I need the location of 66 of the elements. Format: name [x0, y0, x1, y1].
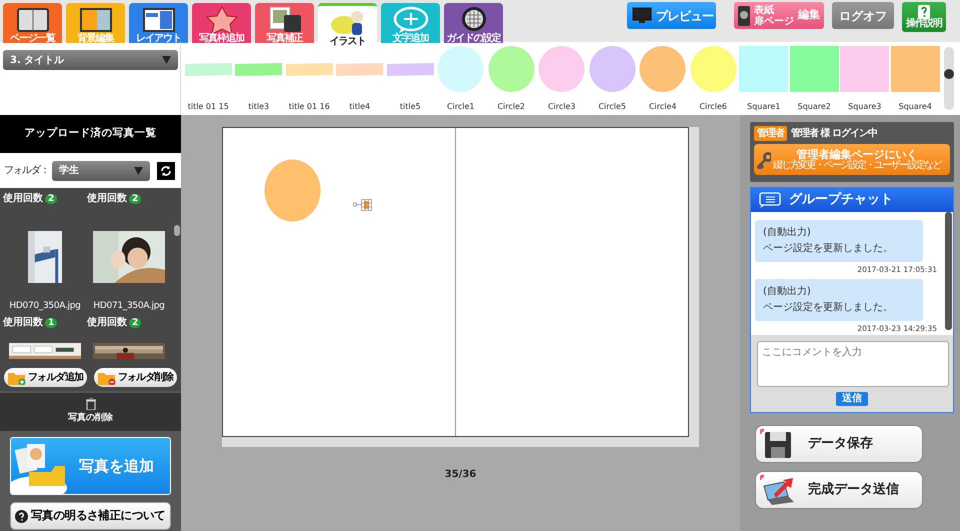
- folder-label: フォルダ：: [4, 164, 49, 178]
- selection-handle-icon[interactable]: [353, 199, 372, 211]
- comment-field[interactable]: ここにコメントを入力: [757, 341, 949, 387]
- stamp-item[interactable]: title3: [234, 42, 284, 115]
- dropdown-arrow-icon: [134, 166, 143, 174]
- category-select[interactable]: 3. タイトル: [3, 50, 178, 70]
- refresh-button[interactable]: [157, 162, 175, 180]
- logoff-button[interactable]: ログオフ: [832, 2, 894, 29]
- help-button[interactable]: 操作説明: [902, 2, 946, 32]
- photo-filename: HD071_350A.jpg: [93, 300, 165, 312]
- dropdown-arrow-icon: [162, 56, 171, 64]
- brightness-help-button[interactable]: 写真の明るさ補正について: [10, 502, 171, 530]
- folder-select[interactable]: 学生: [52, 160, 150, 180]
- circle-illustration: [264, 159, 321, 222]
- delete-photo-button[interactable]: 写真の削除: [0, 391, 181, 431]
- floppy-disk-icon: [760, 428, 791, 458]
- stamp-item[interactable]: Square4: [890, 42, 940, 115]
- stamp-item[interactable]: title 01 15: [183, 42, 234, 115]
- photo-filename: HD070_350A.jpg: [9, 300, 81, 312]
- usage-count: 使用回数 2: [87, 315, 142, 330]
- chat-icon: [759, 192, 781, 208]
- toolbar-tab[interactable]: ガイドの設定: [444, 3, 503, 43]
- toolbar-tab[interactable]: 写真枠追加: [192, 3, 251, 43]
- stamp-item[interactable]: Square3: [840, 42, 890, 115]
- toolbar-tab[interactable]: イラスト: [318, 3, 377, 43]
- folder-plus-icon: [8, 370, 26, 384]
- stamp-item[interactable]: title 01 16: [284, 42, 334, 115]
- chat-message: (自動出力) ページ設定を更新しました。: [755, 220, 923, 262]
- usage-count: 使用回数 2: [87, 191, 142, 206]
- cover-icon: [738, 6, 750, 26]
- question-icon: [15, 510, 28, 522]
- stamp-item[interactable]: Circle5: [587, 42, 638, 115]
- page-indicator: 35/36: [444, 468, 476, 482]
- stamp-item[interactable]: Square1: [738, 42, 789, 115]
- speech-bubble-icon: [392, 5, 430, 33]
- chat-message: (自動出力) ページ設定を更新しました。: [755, 279, 923, 322]
- chat-title: グループチャット: [789, 190, 893, 210]
- scrollbar[interactable]: [944, 47, 954, 110]
- scrollbar[interactable]: [174, 225, 180, 236]
- stamp-item[interactable]: Circle3: [536, 42, 587, 115]
- photos-folder-drawing: [11, 444, 67, 494]
- send-button[interactable]: 送信: [836, 392, 868, 406]
- laptop-arrow-icon: [760, 474, 794, 505]
- login-status: 管理者 様 ログイン中: [791, 126, 877, 141]
- trash-icon: [86, 398, 96, 410]
- add-folder-button[interactable]: フォルダ追加: [4, 368, 88, 387]
- toolbar-tab[interactable]: レイアウト: [129, 3, 188, 43]
- send-data-button[interactable]: 完成データ送信: [755, 471, 923, 509]
- stamp-item[interactable]: Circle6: [688, 42, 738, 115]
- save-data-button[interactable]: データ保存: [755, 425, 923, 463]
- stamp-item[interactable]: Square2: [789, 42, 840, 115]
- scrollbar[interactable]: [945, 212, 952, 330]
- admin-badge: 管理者: [754, 126, 787, 141]
- usage-count: 使用回数 2: [3, 191, 58, 206]
- question-icon: [918, 5, 930, 19]
- monitor-icon: [632, 7, 652, 24]
- stamp-item[interactable]: Circle4: [638, 42, 688, 115]
- delete-folder-button[interactable]: フォルダ削除: [94, 368, 177, 387]
- stamp-item[interactable]: Circle1: [436, 42, 486, 115]
- key-icon: [757, 150, 771, 168]
- usage-count: 使用回数 1: [3, 315, 58, 330]
- stamp-item[interactable]: title5: [385, 42, 436, 115]
- sidebar-title: アップロード済の写真一覧: [0, 115, 181, 153]
- refresh-icon: [160, 164, 172, 176]
- stamp-item[interactable]: Circle2: [486, 42, 536, 115]
- folder-minus-icon: [98, 370, 116, 384]
